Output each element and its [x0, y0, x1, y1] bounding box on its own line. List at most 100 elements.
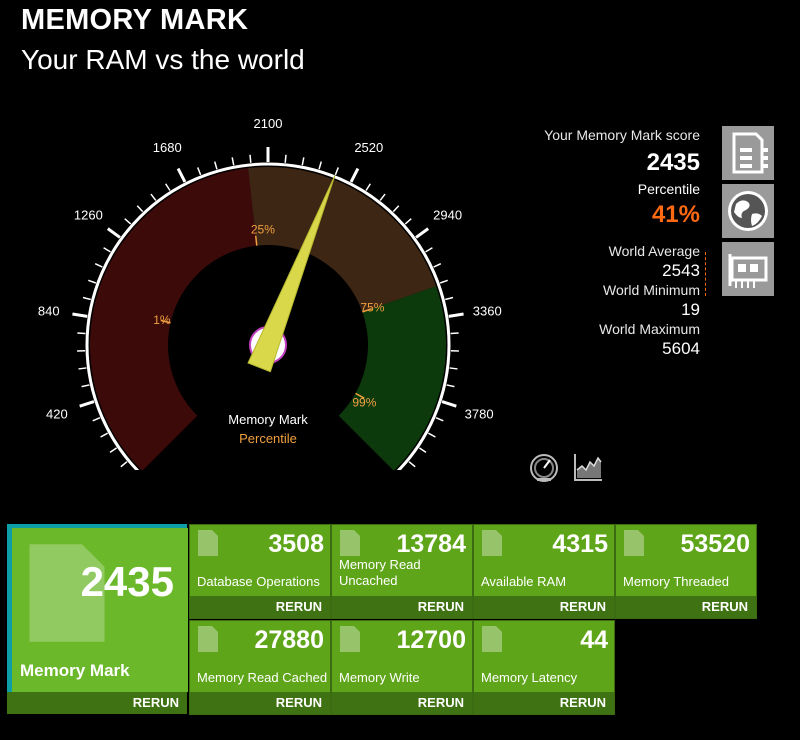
minor-tick [392, 205, 400, 213]
rerun-button[interactable]: RERUN [474, 596, 614, 618]
minor-tick [284, 154, 287, 163]
network-card-icon[interactable] [722, 242, 774, 296]
rerun-button[interactable]: RERUN [332, 692, 472, 714]
memory-chip-icon [340, 530, 360, 556]
memory-chip-icon [482, 626, 502, 652]
world-average-label: World Average [608, 243, 700, 259]
main-memory-mark-tile[interactable]: 2435 Memory Mark RERUN [7, 524, 188, 714]
speedometer-icon[interactable] [528, 452, 560, 482]
gauge-tick-label: 3780 [465, 407, 494, 422]
minor-tick [100, 432, 108, 438]
main-tile-label: Memory Mark [20, 661, 130, 680]
page-subtitle: Your RAM vs the world [21, 44, 305, 75]
minor-tick [103, 247, 111, 253]
memory-module-icon[interactable] [722, 126, 774, 180]
tile-label: Memory Read Cached [197, 670, 328, 685]
minor-tick [150, 193, 157, 201]
gauge-segment-high [338, 286, 446, 470]
minor-tick [94, 262, 103, 268]
tile-memory-write[interactable]: 12700 Memory Write RERUN [331, 620, 473, 715]
percentile-label: 99% [352, 396, 376, 410]
tile-memory-latency[interactable]: 44 Memory Latency RERUN [473, 620, 615, 715]
minor-tick [88, 279, 97, 284]
minor-tick [318, 161, 323, 170]
percentile-label: 75% [360, 300, 384, 314]
tile-value: 53520 [680, 530, 750, 558]
gauge-tick-label: 1680 [153, 140, 182, 155]
minor-tick [418, 447, 427, 453]
rerun-button[interactable]: RERUN [616, 596, 756, 618]
minor-tick [81, 384, 90, 388]
gauge-center-sublabel: Percentile [239, 431, 297, 446]
memory-chip-icon [198, 626, 218, 652]
minor-tick [82, 296, 91, 301]
minor-tick [77, 332, 86, 335]
minor-tick [449, 367, 458, 370]
major-tick [72, 312, 88, 318]
globe-icon[interactable] [722, 184, 774, 238]
major-tick [176, 167, 187, 183]
tile-label: Memory Latency [481, 670, 578, 685]
minor-tick [408, 461, 416, 468]
minor-tick [249, 154, 252, 163]
main-tile-body: 2435 Memory Mark [12, 528, 188, 692]
minor-tick [425, 247, 433, 253]
major-tick [79, 400, 95, 408]
minor-tick [365, 183, 371, 191]
tile-label: Memory Threaded [623, 574, 729, 589]
major-tick [349, 167, 360, 183]
rerun-button[interactable]: RERUN [474, 692, 614, 714]
rerun-button[interactable]: RERUN [332, 596, 472, 618]
tile-available-ram[interactable]: 4315 Available RAM RERUN [473, 524, 615, 619]
minor-tick [446, 384, 455, 388]
rerun-button[interactable]: RERUN [190, 596, 330, 618]
minor-tick [428, 432, 436, 438]
minor-tick [450, 332, 459, 335]
percentile-value: 41% [651, 201, 700, 228]
minor-tick [120, 461, 128, 468]
minor-tick [109, 447, 118, 453]
major-tick [106, 227, 121, 239]
tile-label: Database Operations [197, 574, 320, 589]
tile-memory-threaded[interactable]: 53520 Memory Threaded RERUN [615, 524, 757, 619]
tile-memory-read-uncached[interactable]: 13784 Memory Read Uncached RERUN [331, 524, 473, 619]
tile-memory-read-cached[interactable]: 27880 Memory Read Cached RERUN [189, 620, 331, 715]
percentile-label: Percentile [637, 181, 700, 197]
world-minimum-label: World Minimum [603, 282, 700, 298]
gauge-tick-label: 420 [46, 407, 68, 422]
major-tick [448, 312, 464, 318]
gauge-tick-label: 1260 [74, 208, 103, 223]
minor-tick [439, 279, 448, 284]
world-maximum-label: World Maximum [599, 321, 700, 337]
gauge-tick-label: 3360 [473, 303, 502, 318]
tile-value: 3508 [268, 530, 324, 558]
rerun-button[interactable]: RERUN [7, 692, 187, 714]
minor-tick [404, 218, 412, 225]
memory-chip-icon [624, 530, 644, 556]
minor-tick [379, 193, 386, 201]
memory-chip-icon [198, 530, 218, 556]
minor-tick [92, 416, 101, 422]
world-maximum-value: 5604 [662, 339, 700, 358]
chart-icon[interactable] [572, 452, 604, 482]
minor-tick [445, 296, 454, 301]
percentile-label: 25% [251, 223, 275, 237]
tile-value: 12700 [396, 626, 466, 654]
tile-database-operations[interactable]: 3508 Database Operations RERUN [189, 524, 331, 619]
score-value: 2435 [646, 149, 700, 176]
percentile-label: 1% [153, 313, 171, 327]
minor-tick [136, 205, 144, 213]
minor-tick [124, 218, 132, 225]
memory-mark-gauge: 042084012601680210025202940336037804200 … [38, 116, 502, 470]
gauge-center-label: Memory Mark [228, 412, 308, 427]
minor-tick [196, 167, 202, 176]
rerun-button[interactable]: RERUN [190, 692, 330, 714]
score-label: Your Memory Mark score [544, 127, 700, 143]
gauge-tick-label: 2940 [433, 208, 462, 223]
tile-label: Memory Write [339, 670, 420, 685]
minor-tick [213, 161, 218, 170]
gauge-tick-label: 840 [38, 303, 60, 318]
gauge-segment-mid [248, 167, 437, 312]
major-tick [441, 400, 457, 408]
tile-value: 4315 [552, 530, 608, 558]
